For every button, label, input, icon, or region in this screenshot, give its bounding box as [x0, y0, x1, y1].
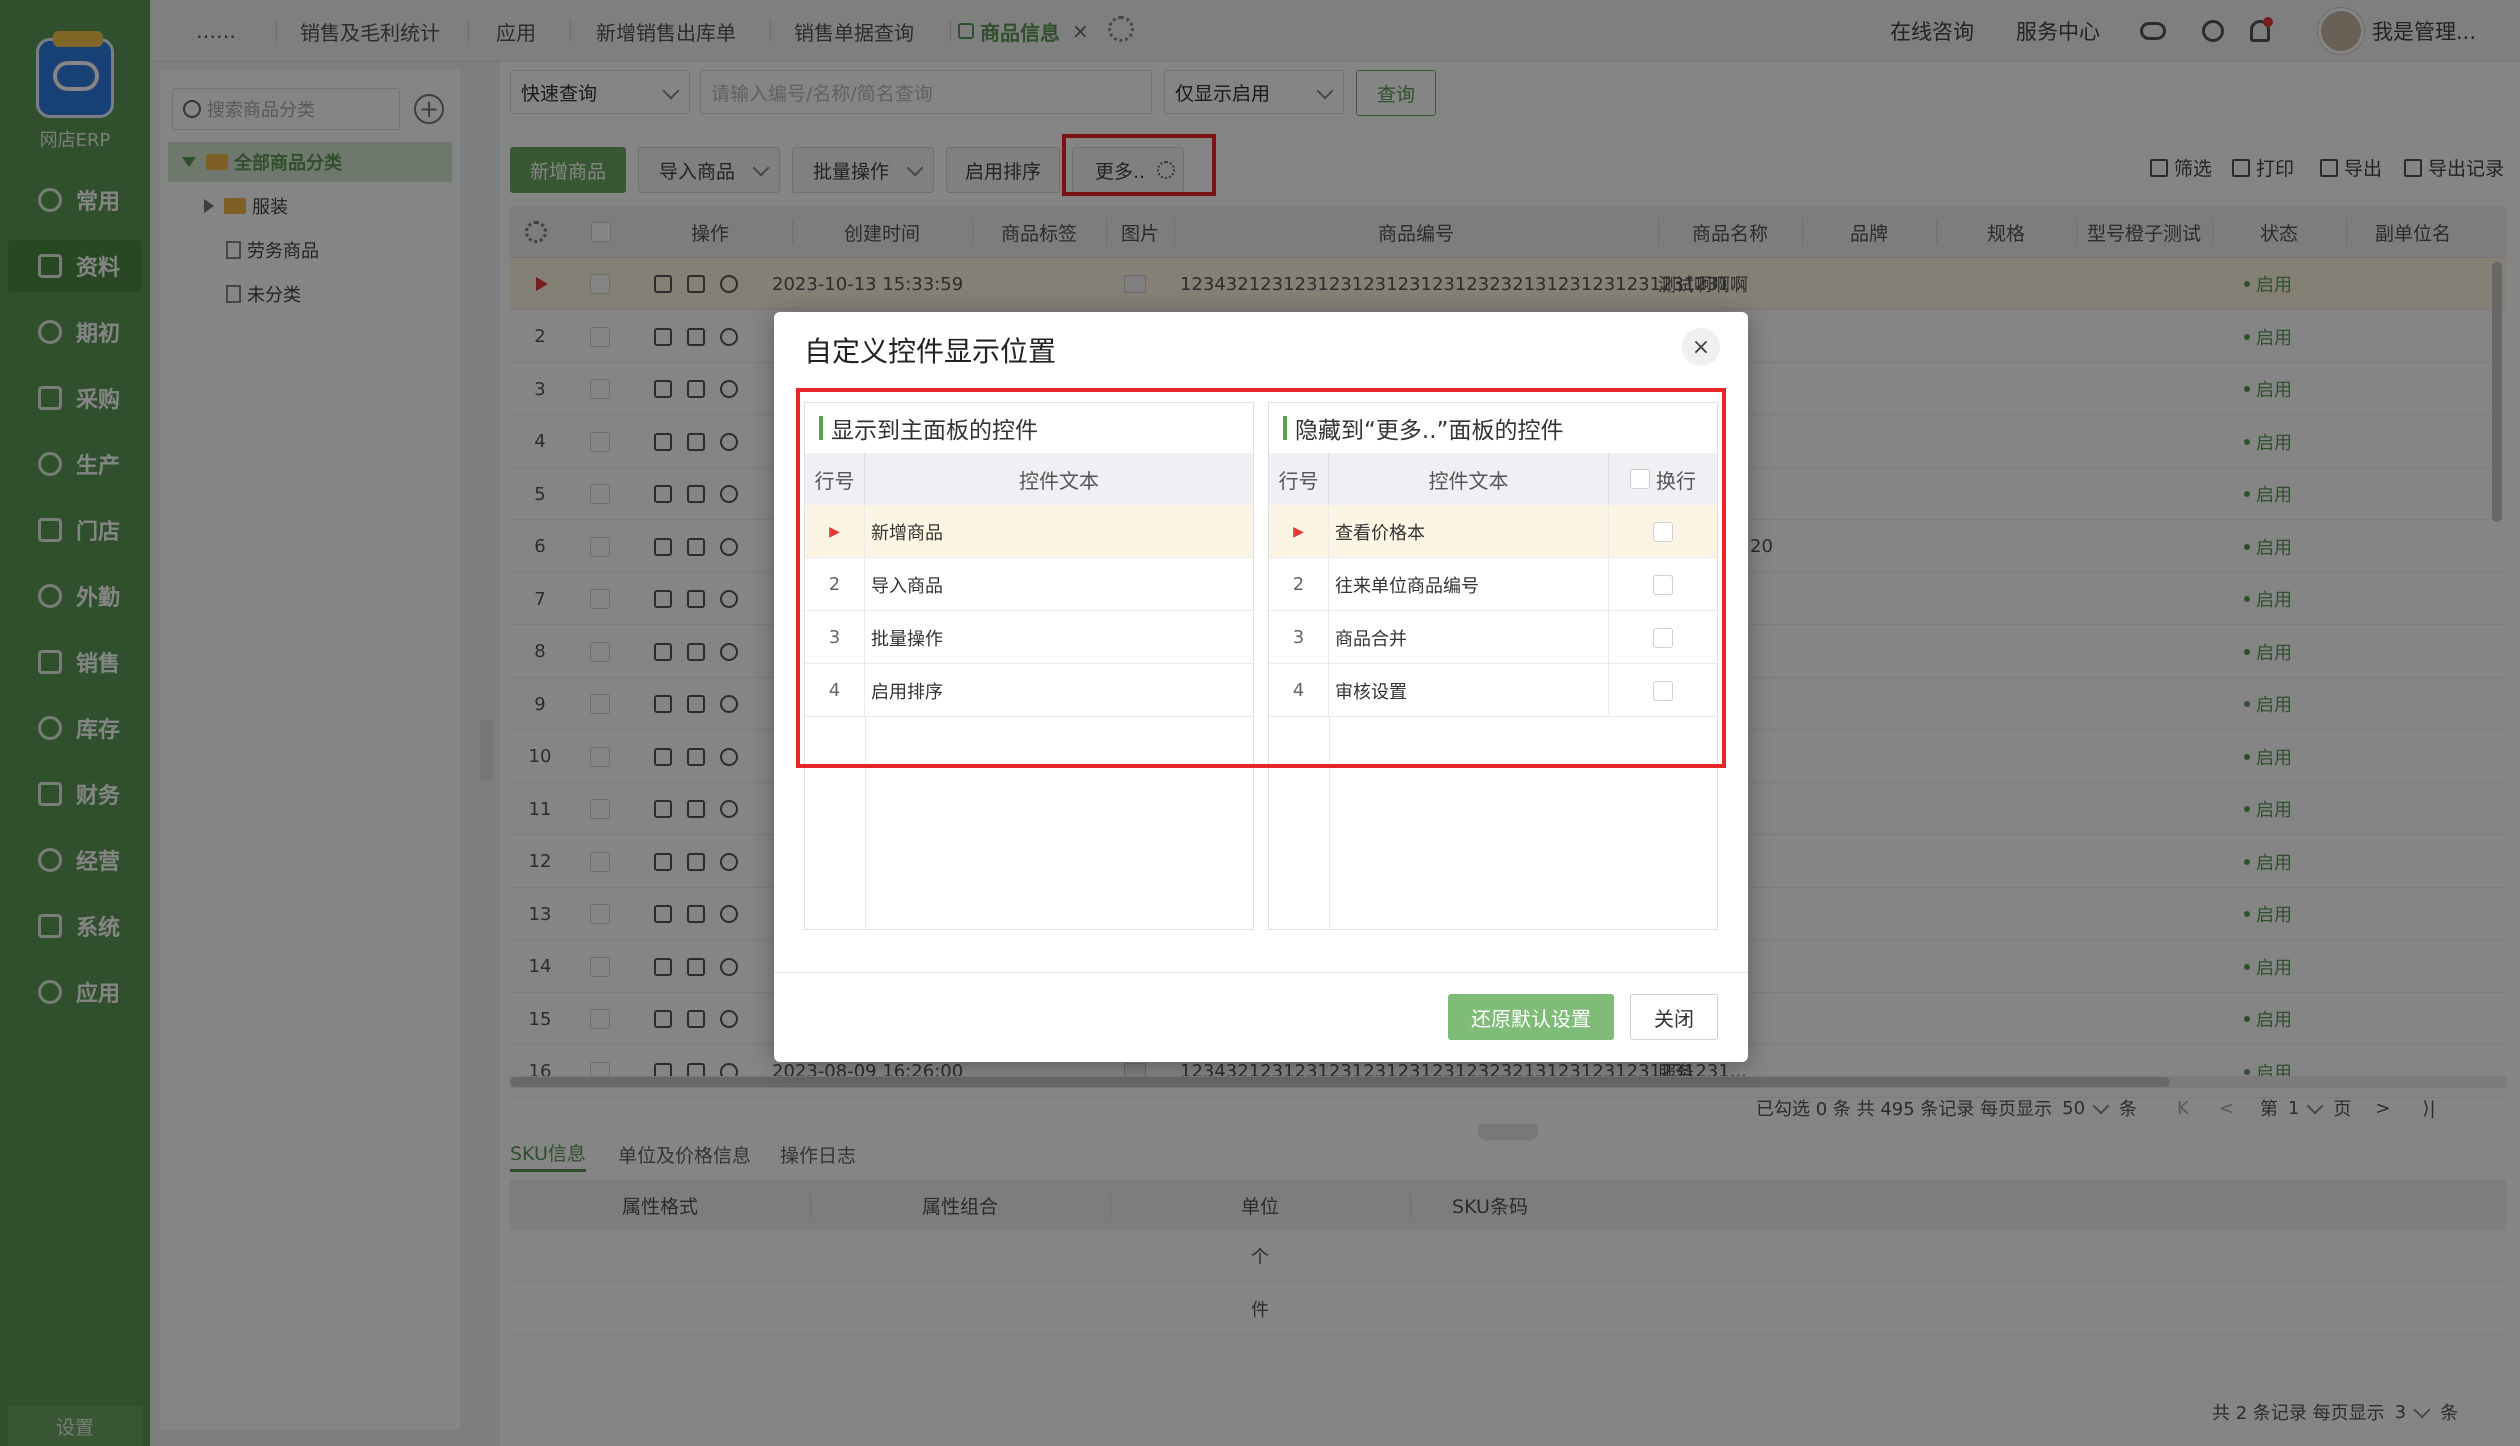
highlight-panels — [796, 388, 1726, 768]
restore-default-button[interactable]: 还原默认设置 — [1448, 994, 1614, 1040]
dialog-close-button[interactable]: 关闭 — [1630, 994, 1718, 1040]
dialog-close-icon[interactable]: × — [1682, 328, 1720, 366]
dialog-divider — [774, 972, 1748, 973]
custom-control-position-dialog: 自定义控件显示位置 × 显示到主面板的控件 行号 控件文本 ▶ 新增商品 2 导入商品… — [774, 312, 1748, 1062]
dialog-title: 自定义控件显示位置 — [804, 335, 1057, 368]
